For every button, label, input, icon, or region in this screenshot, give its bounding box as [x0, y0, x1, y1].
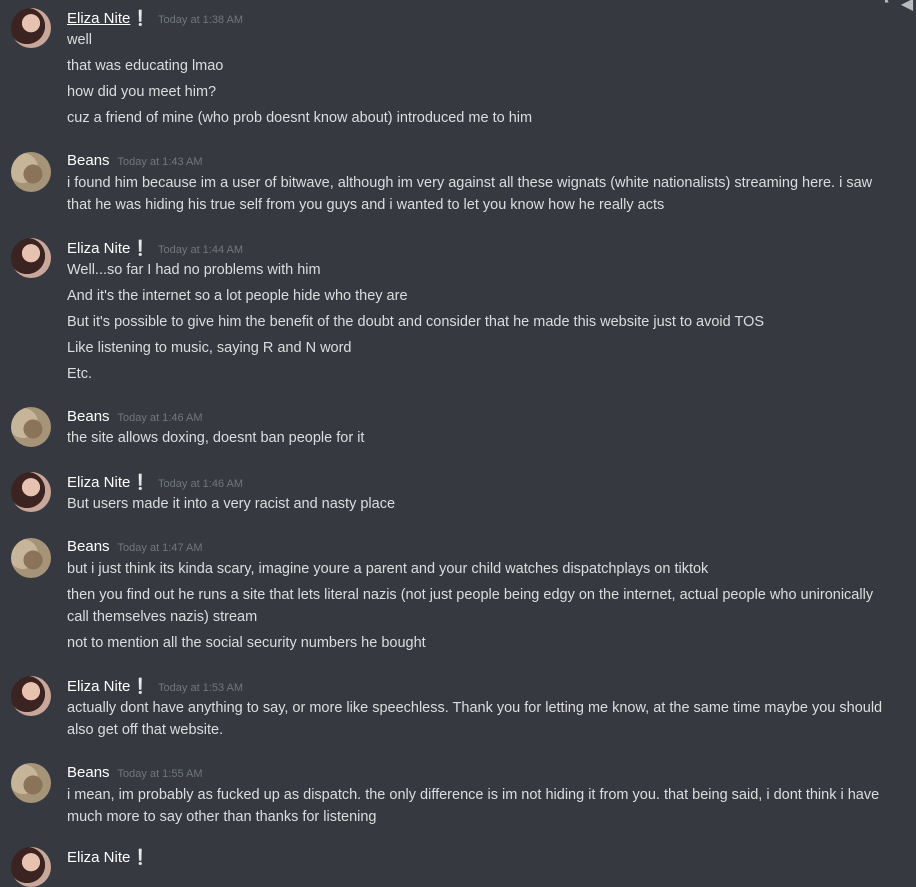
message-line: Like listening to music, saying R and N …: [67, 340, 352, 356]
message-header: Eliza Nite❕: [67, 848, 150, 868]
message-header: Beans Today at 1:43 AM: [67, 152, 203, 172]
message-line: not to mention all the social security n…: [67, 635, 426, 651]
username[interactable]: Beans: [67, 538, 110, 555]
avatar[interactable]: [11, 847, 51, 887]
avatar[interactable]: [11, 676, 51, 716]
avatar[interactable]: [11, 472, 51, 512]
message-header: Beans Today at 1:46 AM: [67, 408, 203, 428]
message-line: but i just think its kinda scary, imagin…: [67, 561, 709, 577]
avatar[interactable]: [11, 238, 51, 278]
badge-icon: ❕: [131, 474, 151, 491]
message-header: Eliza Nite❕ Today at 1:44 AM: [67, 239, 243, 259]
message-line: how did you meet him?: [67, 84, 217, 100]
avatar[interactable]: [11, 763, 51, 803]
badge-icon: ❕: [131, 10, 151, 27]
message-line: well: [67, 32, 92, 48]
message-header: Eliza Nite❕ Today at 1:38 AM: [67, 9, 243, 29]
message-line: actually dont have anything to say, or m…: [67, 700, 883, 716]
timestamp: Today at 1:55 AM: [117, 768, 203, 780]
badge-icon: ❕: [131, 240, 151, 257]
timestamp: Today at 1:47 AM: [117, 542, 203, 554]
message-line: And it's the internet so a lot people hi…: [67, 288, 408, 304]
message-line: cuz a friend of mine (who prob doesnt kn…: [67, 110, 533, 126]
message-line: the site allows doxing, doesnt ban peopl…: [67, 430, 365, 446]
timestamp: Today at 1:43 AM: [117, 156, 203, 168]
avatar[interactable]: [11, 152, 51, 192]
message-line: i found him because im a user of bitwave…: [67, 175, 873, 191]
username[interactable]: Eliza Nite: [67, 678, 130, 695]
reply-icon[interactable]: ◀: [898, 0, 916, 13]
message-line: Well...so far I had no problems with him: [67, 262, 321, 278]
username[interactable]: Eliza Nite: [67, 474, 130, 491]
message-header: Beans Today at 1:55 AM: [67, 764, 203, 784]
timestamp: Today at 1:46 AM: [117, 412, 203, 424]
message-line: that he was hiding his true self from yo…: [67, 197, 665, 213]
message-line: But users made it into a very racist and…: [67, 496, 396, 512]
message-line: that was educating lmao: [67, 58, 224, 74]
timestamp: Today at 1:53 AM: [158, 682, 244, 694]
message-line: also get off that website.: [67, 722, 224, 738]
message-line: Etc.: [67, 366, 92, 382]
message-header: Eliza Nite❕ Today at 1:46 AM: [67, 473, 243, 493]
username[interactable]: Beans: [67, 764, 110, 781]
message-line: much more to say other than thanks for l…: [67, 809, 377, 825]
message-header: Beans Today at 1:47 AM: [67, 538, 203, 558]
message-line: i mean, im probably as fucked up as disp…: [67, 787, 880, 803]
badge-icon: ❕: [131, 849, 151, 866]
badge-icon: ❕: [131, 678, 151, 695]
timestamp: Today at 1:46 AM: [158, 478, 244, 490]
message-line: call themselves nazis) stream: [67, 609, 258, 625]
avatar[interactable]: [11, 407, 51, 447]
avatar[interactable]: [11, 538, 51, 578]
message-line: then you find out he runs a site that le…: [67, 587, 874, 603]
timestamp: Today at 1:38 AM: [158, 14, 244, 26]
message-actions: ◔ ◀: [866, 0, 916, 14]
username[interactable]: Eliza Nite: [67, 10, 130, 27]
username[interactable]: Beans: [67, 152, 110, 169]
username[interactable]: Beans: [67, 408, 110, 425]
username[interactable]: Eliza Nite: [67, 240, 130, 257]
avatar[interactable]: [11, 8, 51, 48]
add-reaction-icon[interactable]: ◔: [876, 0, 894, 12]
message-line: But it's possible to give him the benefi…: [67, 314, 765, 330]
username[interactable]: Eliza Nite: [67, 849, 130, 866]
timestamp: Today at 1:44 AM: [158, 244, 244, 256]
message-header: Eliza Nite❕ Today at 1:53 AM: [67, 677, 243, 697]
